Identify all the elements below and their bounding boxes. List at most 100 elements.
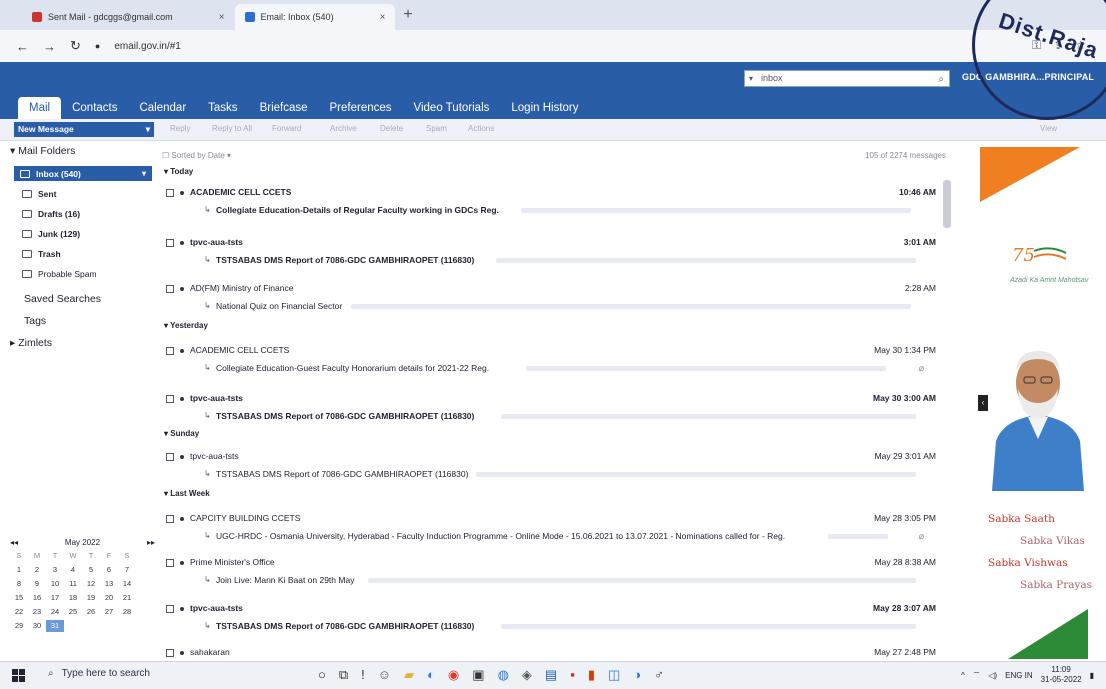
back-arrow-icon[interactable]: ←: [16, 39, 29, 54]
search-icon[interactable]: ⌕: [938, 72, 944, 87]
calendar-day[interactable]: 30: [28, 620, 46, 632]
select-checkbox[interactable]: [166, 453, 174, 461]
select-checkbox[interactable]: [166, 515, 174, 523]
calendar-day[interactable]: 24: [46, 606, 64, 618]
calendar-day[interactable]: 1: [10, 564, 28, 576]
calendar-day[interactable]: 5: [82, 564, 100, 576]
group-yesterday[interactable]: ▾ Yesterday: [164, 321, 208, 330]
app-icon[interactable]: ◫: [608, 667, 620, 683]
calendar-day[interactable]: 11: [64, 578, 82, 590]
message-list-scrollbar[interactable]: [943, 180, 951, 228]
reply-all-button[interactable]: Reply to All: [212, 124, 252, 133]
select-checkbox[interactable]: [166, 189, 174, 197]
calendar-prev-icon[interactable]: ◂◂: [10, 538, 18, 547]
tags-header[interactable]: Tags: [24, 315, 46, 327]
calendar-day[interactable]: 27: [100, 606, 118, 618]
chevron-down-icon[interactable]: ▾: [146, 122, 150, 137]
group-today[interactable]: ▾ Today: [164, 167, 193, 176]
calendar-day[interactable]: 17: [46, 592, 64, 604]
carousel-prev-icon[interactable]: ‹: [978, 395, 988, 411]
select-checkbox[interactable]: [166, 347, 174, 355]
calendar-day[interactable]: 21: [118, 592, 136, 604]
select-checkbox[interactable]: [166, 285, 174, 293]
tab-video-tutorials[interactable]: Video Tutorials: [403, 97, 501, 119]
forward-button[interactable]: Forward: [272, 124, 301, 133]
select-checkbox[interactable]: [166, 395, 174, 403]
calendar-day[interactable]: 7: [118, 564, 136, 576]
search-input[interactable]: ▾ inbox ⌕: [744, 70, 950, 87]
chevron-down-icon[interactable]: ▾: [142, 169, 146, 178]
app-icon[interactable]: ▣: [472, 667, 484, 683]
tab-calendar[interactable]: Calendar: [128, 97, 197, 119]
volume-icon[interactable]: ◁): [988, 671, 997, 680]
calendar-day[interactable]: 14: [118, 578, 136, 590]
forward-arrow-icon[interactable]: →: [43, 39, 56, 54]
sidebar-item-trash[interactable]: Trash: [22, 249, 61, 259]
list-item[interactable]: CAPCITY BUILDING CCETS May 28 3:05 PM ↳ …: [156, 509, 946, 549]
archive-button[interactable]: Archive: [330, 124, 357, 133]
clock[interactable]: 11:09 31-05-2022: [1041, 665, 1082, 685]
calendar-day[interactable]: 28: [118, 606, 136, 618]
calendar-day[interactable]: 3: [46, 564, 64, 576]
app-icon[interactable]: ☺: [378, 667, 391, 683]
chrome-icon[interactable]: ◉: [448, 667, 459, 683]
app-icon[interactable]: ◑: [633, 667, 641, 683]
tab-contacts[interactable]: Contacts: [61, 97, 128, 119]
calendar-next-icon[interactable]: ▸▸: [147, 538, 155, 547]
spam-button[interactable]: Spam: [426, 124, 447, 133]
delete-button[interactable]: Delete: [380, 124, 403, 133]
actions-button[interactable]: Actions: [468, 124, 494, 133]
tab-login-history[interactable]: Login History: [500, 97, 589, 119]
calendar-day[interactable]: 20: [100, 592, 118, 604]
tab-tasks[interactable]: Tasks: [197, 97, 248, 119]
url-field[interactable]: email.gov.in/#1: [114, 41, 181, 52]
notification-icon[interactable]: ▮: [1090, 671, 1094, 680]
windows-start-icon[interactable]: [12, 669, 26, 683]
sidebar-item-probable-spam[interactable]: Probable Spam: [22, 269, 97, 279]
app-icon[interactable]: !: [361, 667, 365, 683]
mail-folders-header[interactable]: ▾ Mail Folders: [10, 145, 75, 157]
list-item[interactable]: tpvc-aua-tsts May 30 3:00 AM ↳ TSTSABAS …: [156, 389, 946, 429]
calendar-day[interactable]: 19: [82, 592, 100, 604]
browser-tab-sent[interactable]: Sent Mail - gdcggs@gmail.com ×: [22, 4, 235, 30]
edge-icon[interactable]: ◐: [427, 667, 435, 683]
calendar-day[interactable]: 4: [64, 564, 82, 576]
cortana-icon[interactable]: ○: [318, 667, 326, 683]
reply-button[interactable]: Reply: [170, 124, 190, 133]
calendar-day[interactable]: 2: [28, 564, 46, 576]
tray-chevron-icon[interactable]: ^: [961, 671, 965, 680]
taskbar-search-input[interactable]: ⌕ Type here to search: [48, 668, 150, 679]
list-item[interactable]: sahakaran May 27 2:48 PM: [156, 643, 946, 661]
zimlets-header[interactable]: ▸ Zimlets: [10, 337, 52, 349]
network-icon[interactable]: ⌔: [973, 670, 981, 680]
new-message-button[interactable]: New Message ▾: [14, 122, 154, 137]
app-icon[interactable]: ▤: [545, 667, 557, 683]
list-item[interactable]: tpvc-aua-tsts May 29 3:01 AM ↳ TSTSABAS …: [156, 447, 946, 487]
view-button[interactable]: View: [1040, 124, 1057, 133]
calendar-day[interactable]: 16: [28, 592, 46, 604]
calendar-day[interactable]: 31: [46, 620, 64, 632]
tab-close-icon[interactable]: ×: [219, 12, 225, 23]
app-icon[interactable]: ◍: [498, 667, 509, 683]
list-item[interactable]: Prime Minister's Office May 28 8:38 AM ↳…: [156, 553, 946, 593]
sidebar-item-junk[interactable]: Junk (129): [22, 229, 80, 239]
app-icon[interactable]: ◈: [522, 667, 532, 683]
browser-tab-inbox[interactable]: Email: Inbox (540) ×: [234, 4, 396, 30]
list-item[interactable]: AD(FM) Ministry of Finance 2:28 AM ↳ Nat…: [156, 279, 946, 319]
calendar-day[interactable]: 25: [64, 606, 82, 618]
task-view-icon[interactable]: ⧉: [339, 667, 348, 683]
list-item[interactable]: ACADEMIC CELL CCETS 10:46 AM ↳ Collegiat…: [156, 183, 946, 223]
calendar-day[interactable]: 15: [10, 592, 28, 604]
group-sunday[interactable]: ▾ Sunday: [164, 429, 199, 438]
file-explorer-icon[interactable]: ▰: [404, 667, 414, 683]
calendar-day[interactable]: 29: [10, 620, 28, 632]
calendar-day[interactable]: 18: [64, 592, 82, 604]
calendar-day[interactable]: 9: [28, 578, 46, 590]
office-icon[interactable]: ▮: [588, 667, 595, 683]
app-icon[interactable]: ▪: [570, 667, 575, 683]
select-checkbox[interactable]: [166, 559, 174, 567]
tab-mail[interactable]: Mail: [18, 97, 62, 119]
calendar-day[interactable]: 8: [10, 578, 28, 590]
list-item[interactable]: tpvc-aua-tsts May 28 3:07 AM ↳ TSTSABAS …: [156, 599, 946, 639]
calendar-day[interactable]: 6: [100, 564, 118, 576]
